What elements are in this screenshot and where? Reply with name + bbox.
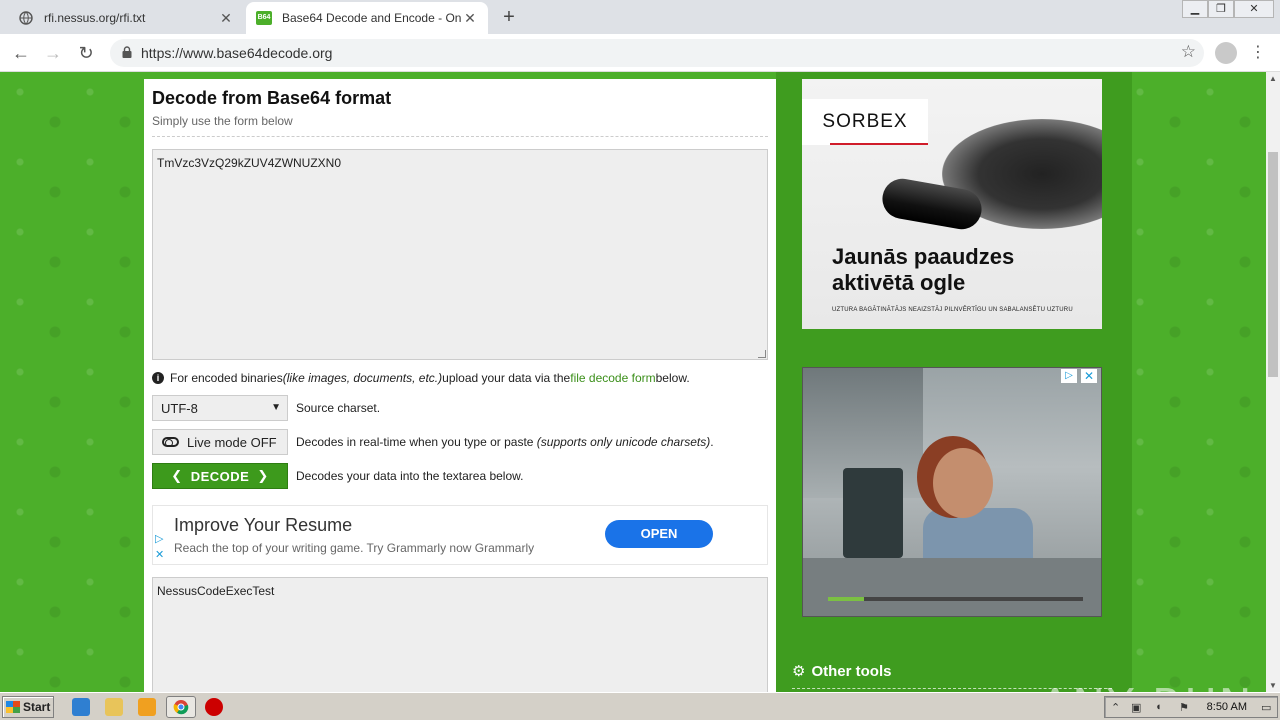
forward-icon[interactable]: →	[42, 42, 64, 64]
ad-text: Reach the top of your writing game. Try …	[174, 541, 535, 555]
browser-toolbar: ← → ↻ https://www.base64decode.org ☆ ⋮	[0, 34, 1280, 72]
reload-icon[interactable]: ↻	[75, 42, 97, 64]
new-tab-icon[interactable]: +	[498, 6, 520, 29]
decode-description: Decodes your data into the textarea belo…	[296, 469, 524, 483]
info-icon: i	[152, 372, 164, 384]
show-desktop-icon[interactable]: ▭	[1261, 701, 1275, 715]
chevron-left-icon: ❮	[171, 468, 183, 483]
media-player-icon[interactable]	[138, 698, 156, 716]
profile-avatar-icon[interactable]	[1215, 42, 1237, 64]
close-tab-icon[interactable]: ✕	[462, 10, 478, 27]
start-button[interactable]: Start	[2, 696, 54, 718]
b64-favicon-icon: B64	[256, 10, 272, 26]
sidebar: SORBEX Jaunās paaudzes aktivētā ogle UZT…	[776, 72, 1132, 692]
ad-close-icon[interactable]: ✕	[155, 548, 164, 561]
chrome-icon	[173, 700, 189, 715]
live-mode-description: Decodes in real-time when you type or pa…	[296, 435, 714, 449]
grammarly-ad[interactable]: Improve Your Resume Reach the top of you…	[152, 505, 768, 565]
decode-button[interactable]: ❮ DECODE ❯	[152, 463, 288, 489]
input-text: TmVzc3VzQ29kZUV4ZWNUZXN0	[157, 156, 342, 170]
globe-icon	[18, 10, 34, 26]
flag-tray-icon[interactable]: ⚑	[1179, 701, 1193, 715]
scroll-up-icon[interactable]: ▲	[1269, 74, 1277, 83]
windows-flag-icon	[6, 701, 20, 713]
page-subtitle: Simply use the form below	[152, 114, 293, 128]
ad-close-icon[interactable]: ✕	[1081, 369, 1097, 383]
dropdown-arrow-icon: ▼	[271, 402, 281, 413]
bookmark-star-icon[interactable]: ☆	[1181, 42, 1196, 62]
close-tab-icon[interactable]: ✕	[218, 10, 234, 27]
sorbex-ad[interactable]: SORBEX Jaunās paaudzes aktivētā ogle UZT…	[802, 79, 1102, 329]
ad-title: Improve Your Resume	[174, 515, 353, 535]
resize-handle-icon[interactable]	[758, 350, 766, 358]
video-desk-scene	[803, 558, 1101, 616]
video-ad[interactable]: ▷ ✕	[802, 367, 1102, 617]
video-character-head	[933, 448, 993, 518]
folder-icon[interactable]	[105, 698, 123, 716]
charset-select[interactable]: UTF-8 ▼	[152, 395, 288, 421]
file-decode-link[interactable]: file decode form	[570, 371, 655, 385]
output-text: NessusCodeExecTest	[157, 584, 275, 598]
tab-base64[interactable]: B64 Base64 Decode and Encode - Online ✕	[246, 2, 488, 34]
antivirus-icon[interactable]	[205, 698, 223, 716]
scrollbar-thumb[interactable]	[1268, 152, 1278, 377]
sorbex-disclaimer: UZTURA BAGĀTINĀTĀJS NEAIZSTĀJ PILNVĒRTĪG…	[832, 307, 1073, 313]
chevron-right-icon: ❯	[257, 468, 269, 483]
ad-open-button[interactable]: OPEN	[605, 520, 713, 548]
system-tray: ⌃ ▣ ◖ ⚑ 8:50 AM ▭	[1104, 696, 1278, 718]
tab-title: rfi.nessus.org/rfi.txt	[44, 11, 146, 25]
video-chair-scene	[843, 468, 903, 558]
sorbex-headline: Jaunās paaudzes aktivētā ogle	[832, 244, 1015, 295]
url-text: https://www.base64decode.org	[141, 45, 333, 61]
anyrun-watermark: ANY RUN	[1040, 680, 1254, 692]
binary-info: i For encoded binaries (like images, doc…	[152, 371, 690, 385]
minimize-icon[interactable]: ▁	[1182, 0, 1208, 18]
page-title: Decode from Base64 format	[152, 88, 392, 108]
windows-taskbar: Start ⌃ ▣ ◖ ⚑ 8:50 AM ▭	[0, 692, 1280, 720]
output-textarea[interactable]: NessusCodeExecTest	[152, 577, 768, 692]
volume-icon[interactable]: ◖	[1155, 701, 1169, 715]
menu-dots-icon[interactable]: ⋮	[1250, 42, 1266, 62]
page-viewport: Decode from Base64 format Simply use the…	[0, 72, 1266, 692]
lock-icon	[122, 46, 132, 58]
other-tools-heading[interactable]: ⚙ Other tools	[792, 662, 891, 681]
divider	[152, 136, 768, 137]
ie-icon[interactable]	[72, 698, 90, 716]
back-icon[interactable]: ←	[10, 42, 32, 64]
tray-expand-icon[interactable]: ⌃	[1111, 701, 1125, 715]
tab-rfi[interactable]: rfi.nessus.org/rfi.txt ✕	[8, 2, 244, 34]
live-mode-toggle[interactable]: Live mode OFF	[152, 429, 288, 455]
taskbar-clock: 8:50 AM	[1206, 701, 1247, 713]
toggle-icon	[162, 437, 179, 447]
tab-title: Base64 Decode and Encode - Online	[282, 11, 462, 25]
adchoices-icon[interactable]: ▷	[1061, 369, 1077, 383]
tab-strip: rfi.nessus.org/rfi.txt ✕ B64 Base64 Deco…	[0, 0, 1280, 34]
sorbex-logo: SORBEX	[802, 99, 928, 145]
gear-icon: ⚙	[792, 663, 806, 680]
network-icon[interactable]: ▣	[1131, 701, 1145, 715]
video-progress-bar[interactable]	[828, 597, 1083, 601]
charset-label: Source charset.	[296, 401, 381, 415]
restore-icon[interactable]: ❐	[1208, 0, 1234, 18]
main-content: Decode from Base64 format Simply use the…	[144, 79, 776, 692]
close-window-icon[interactable]: ✕	[1234, 0, 1274, 18]
adchoices-icon[interactable]: ▷	[155, 532, 163, 545]
chrome-taskbar-button[interactable]	[166, 696, 196, 718]
input-textarea[interactable]: TmVzc3VzQ29kZUV4ZWNUZXN0	[152, 149, 768, 360]
scroll-down-icon[interactable]: ▼	[1269, 681, 1277, 690]
address-bar[interactable]: https://www.base64decode.org ☆	[110, 39, 1204, 67]
page-scrollbar[interactable]: ▲ ▼	[1266, 72, 1280, 692]
